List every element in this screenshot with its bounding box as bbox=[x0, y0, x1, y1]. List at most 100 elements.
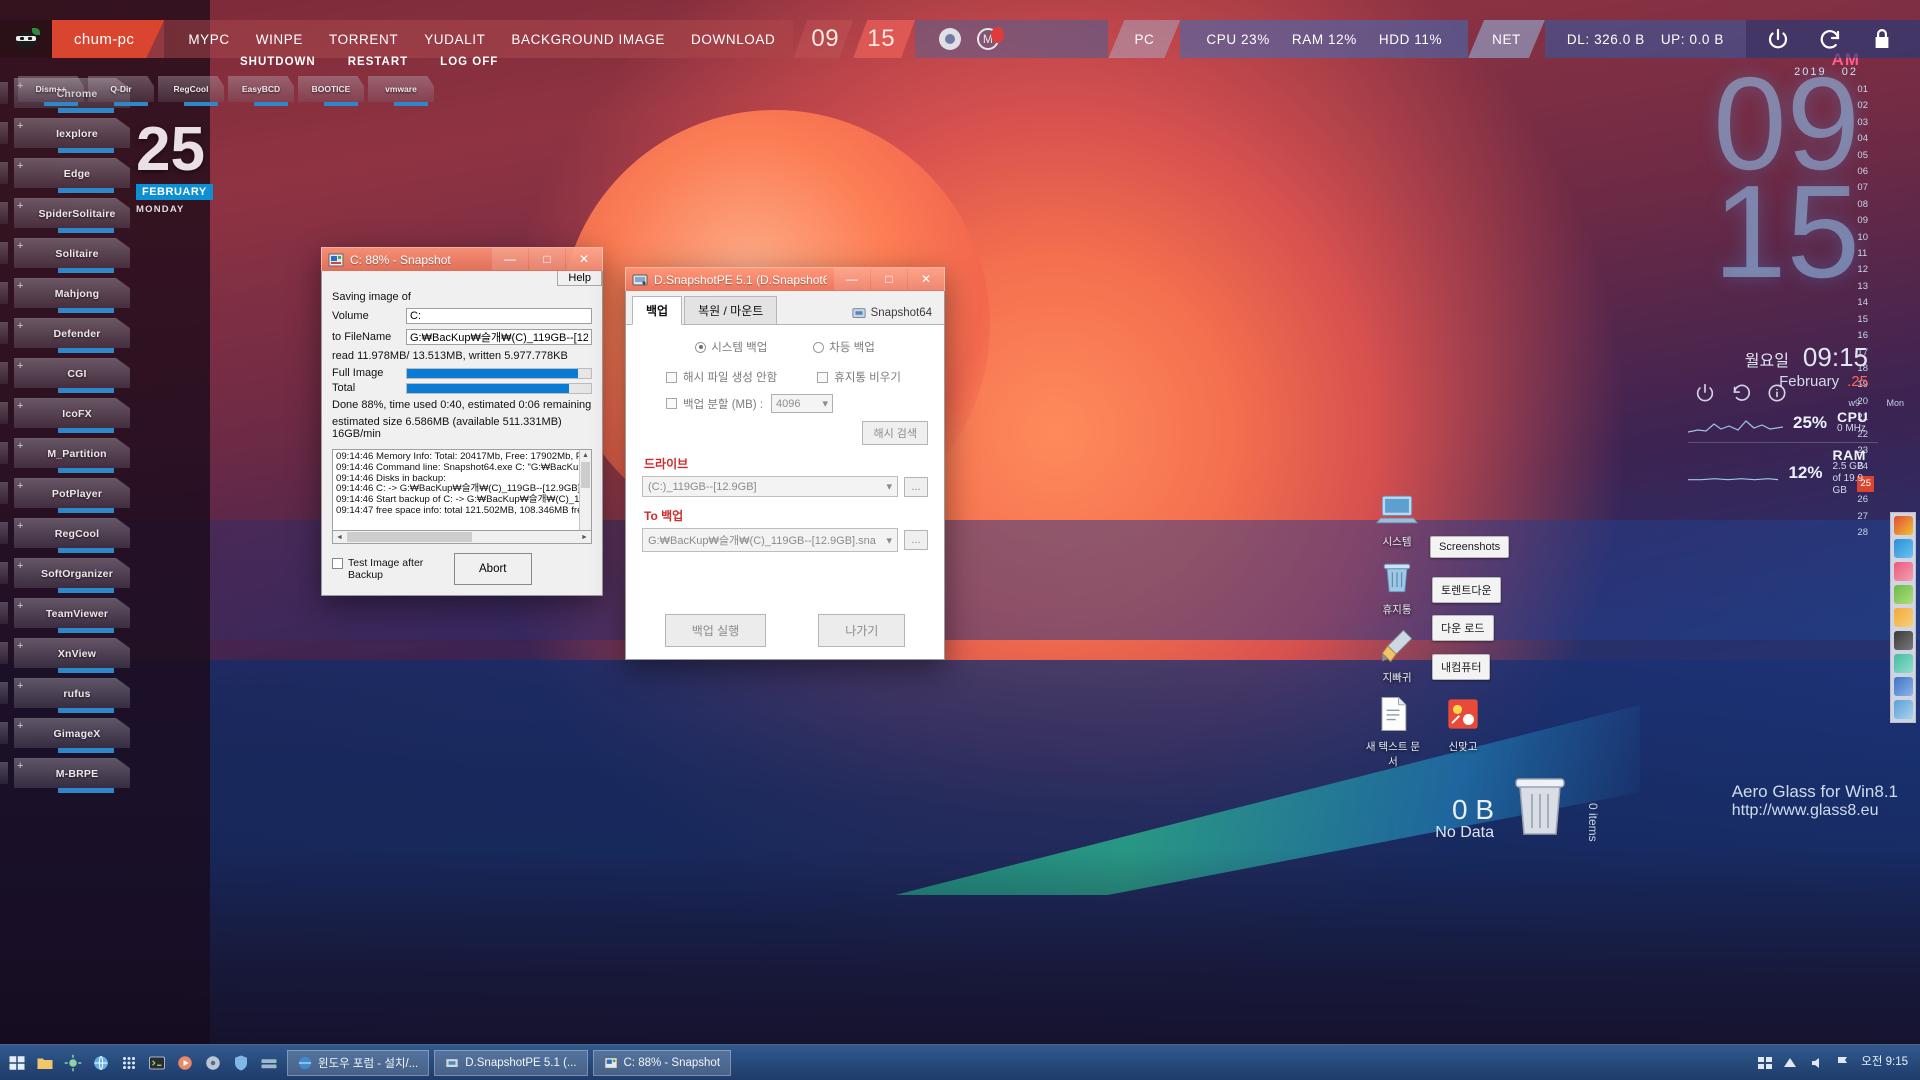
taskbar-task-browser[interactable]: 윈도우 포럼 - 설치/... bbox=[287, 1049, 430, 1076]
desktop-button-screenshots[interactable]: Screenshots bbox=[1430, 536, 1510, 558]
desktop-button-download[interactable]: 다운 로드 bbox=[1432, 615, 1494, 641]
run-backup-button[interactable]: 백업 실행 bbox=[664, 614, 767, 647]
app-strip-icon-5[interactable] bbox=[1893, 654, 1913, 673]
submenu-logoff[interactable]: LOG OFF bbox=[440, 56, 498, 68]
app-strip-icon-2[interactable] bbox=[1893, 585, 1913, 604]
ninja-icon[interactable] bbox=[0, 20, 52, 58]
topbar-pc-label[interactable]: PC bbox=[1108, 20, 1180, 58]
topbar-net-label[interactable]: NET bbox=[1468, 20, 1545, 58]
drive-combobox[interactable]: (C:)_119GB--[12.9GB] ▾ bbox=[642, 476, 898, 497]
desktop-button-torrent-download[interactable]: 토렌트다운 bbox=[1432, 577, 1501, 603]
launcher-item-mahjong[interactable]: + Mahjong bbox=[0, 276, 205, 316]
tool-shortcut[interactable]: Q-Dir bbox=[88, 76, 154, 106]
taskbar-task-snapshot[interactable]: C: 88% - Snapshot bbox=[592, 1049, 732, 1076]
power-icon[interactable] bbox=[1766, 27, 1790, 51]
taskbar-clock[interactable]: 오전 9:15 bbox=[1861, 1056, 1908, 1069]
app-strip-icon-3[interactable] bbox=[1893, 608, 1913, 627]
app-strip-icon-7[interactable] bbox=[1893, 700, 1913, 719]
launcher-item-gimagex[interactable]: + GimageX bbox=[0, 716, 205, 756]
launcher-item-teamviewer[interactable]: + TeamViewer bbox=[0, 596, 205, 636]
app-strip-icon-6[interactable] bbox=[1893, 677, 1913, 696]
browser-icon[interactable] bbox=[88, 1049, 114, 1077]
maxthon-icon[interactable]: M bbox=[977, 27, 1005, 50]
to-backup-combobox[interactable]: G:₩BacKup₩슬개₩(C)_119GB--[12.9GB].sna ▾ bbox=[642, 528, 898, 552]
menu-item-background-image[interactable]: BACKGROUND IMAGE bbox=[511, 32, 665, 47]
snapshot-abort-button[interactable]: Abort bbox=[454, 553, 532, 585]
grid-icon[interactable] bbox=[116, 1049, 142, 1077]
hash-search-button[interactable]: 해시 검색 bbox=[862, 421, 928, 445]
submenu-shutdown[interactable]: SHUTDOWN bbox=[240, 56, 316, 68]
snapshot-minimize-button[interactable]: — bbox=[492, 247, 528, 270]
snapshot-log-vertical-scrollbar[interactable]: ▲ bbox=[579, 450, 591, 530]
edge-strip-icon[interactable] bbox=[1893, 539, 1913, 558]
start-icon[interactable] bbox=[4, 1049, 30, 1077]
app-strip-icon-1[interactable] bbox=[1893, 562, 1913, 581]
menu-item-yudalit[interactable]: YUDALIT bbox=[424, 32, 485, 47]
snapshot-filename-input[interactable] bbox=[406, 329, 592, 345]
snapshot-close-button[interactable]: ✕ bbox=[566, 247, 602, 270]
launcher-item-m-partition[interactable]: + M_Partition bbox=[0, 436, 205, 476]
exit-button[interactable]: 나가기 bbox=[818, 614, 906, 647]
launcher-item-defender[interactable]: + Defender bbox=[0, 316, 205, 356]
snapshotpe-maximize-button[interactable]: □ bbox=[871, 267, 907, 290]
split-size-select[interactable]: 4096 ▾ bbox=[771, 394, 834, 413]
launcher-item-spidersolitaire[interactable]: + SpiderSolitaire bbox=[0, 196, 205, 236]
radio-differential-backup[interactable]: 차등 백업 bbox=[813, 339, 875, 355]
settings-icon[interactable] bbox=[60, 1049, 86, 1077]
taskbar-task-snapshotpe[interactable]: D.SnapshotPE 5.1 (... bbox=[434, 1049, 588, 1076]
desktop-icon-system[interactable]: 시스템 bbox=[1362, 487, 1432, 549]
power-gauge-icon[interactable] bbox=[1694, 382, 1716, 404]
tool-shortcut[interactable]: RegCool bbox=[158, 76, 224, 106]
launcher-item-solitaire[interactable]: + Solitaire bbox=[0, 236, 205, 276]
tab-restore-mount[interactable]: 복원 / 마운트 bbox=[684, 296, 778, 324]
launcher-item-regcool[interactable]: + RegCool bbox=[0, 516, 205, 556]
app-strip-icon-4[interactable] bbox=[1893, 631, 1913, 650]
tab-backup[interactable]: 백업 bbox=[632, 296, 683, 325]
launcher-item-m-brpe[interactable]: + M-BRPE bbox=[0, 756, 205, 796]
refresh-gauge-icon[interactable] bbox=[1730, 382, 1752, 404]
network-icon[interactable] bbox=[1783, 1055, 1799, 1071]
chrome-strip-icon[interactable] bbox=[1893, 516, 1913, 535]
snapshot-log-horizontal-scrollbar[interactable]: ◄ ► bbox=[332, 531, 592, 544]
media-icon[interactable] bbox=[172, 1049, 198, 1077]
info-gauge-icon[interactable] bbox=[1766, 382, 1788, 404]
snapshotpe-minimize-button[interactable]: — bbox=[834, 267, 870, 290]
desktop-icon-game[interactable]: 신맞고 bbox=[1428, 692, 1498, 754]
drive-browse-button[interactable]: ... bbox=[904, 476, 928, 497]
checkbox-no-hash-file[interactable]: 해시 파일 생성 안함 bbox=[666, 369, 777, 385]
launcher-item-cgi[interactable]: + CGI bbox=[0, 356, 205, 396]
submenu-restart[interactable]: RESTART bbox=[348, 56, 408, 68]
recycle-bin-large-icon[interactable] bbox=[1508, 766, 1572, 842]
launcher-item-xnview[interactable]: + XnView bbox=[0, 636, 205, 676]
show-desktop-icon[interactable] bbox=[1757, 1055, 1773, 1071]
snapshotpe-titlebar[interactable]: D.SnapshotPE 5.1 (D.Snapshot64:... — □ ✕ bbox=[625, 267, 945, 291]
radio-system-backup[interactable]: 시스템 백업 bbox=[695, 339, 767, 355]
tool-shortcut[interactable]: EasyBCD bbox=[228, 76, 294, 106]
disk-icon[interactable] bbox=[200, 1049, 226, 1077]
snapshot-log-area[interactable]: 09:14:46 Memory Info: Total: 20417Mb, Fr… bbox=[332, 449, 592, 531]
hostname-label[interactable]: chum-pc bbox=[52, 20, 164, 58]
tool-shortcut[interactable]: BOOTICE bbox=[298, 76, 364, 106]
desktop-icon-text-file[interactable]: 새 텍스트 문서 bbox=[1362, 692, 1424, 769]
folder-icon[interactable] bbox=[32, 1049, 58, 1077]
menu-item-winpe[interactable]: WINPE bbox=[256, 32, 303, 47]
tool-shortcut[interactable]: vmware bbox=[368, 76, 434, 106]
launcher-item-iexplore[interactable]: + Iexplore bbox=[0, 116, 205, 156]
to-backup-browse-button[interactable]: ... bbox=[904, 530, 928, 550]
desktop-icon-recycle-bin[interactable]: 휴지통 bbox=[1362, 555, 1432, 617]
chrome-icon[interactable] bbox=[939, 28, 962, 50]
desktop-icon-brush[interactable]: 지빠귀 bbox=[1362, 623, 1432, 685]
terminal-icon[interactable] bbox=[144, 1049, 170, 1077]
launcher-item-icofx[interactable]: + IcoFX bbox=[0, 396, 205, 436]
snapshot-volume-input[interactable] bbox=[406, 308, 592, 324]
snapshotpe-close-button[interactable]: ✕ bbox=[908, 267, 944, 290]
network-drive-icon[interactable] bbox=[256, 1049, 282, 1077]
menu-item-mypc[interactable]: MYPC bbox=[188, 32, 229, 47]
tool-shortcut[interactable]: Dism++ bbox=[18, 76, 84, 106]
flag-icon[interactable] bbox=[1835, 1055, 1851, 1071]
snapshot-maximize-button[interactable]: □ bbox=[529, 247, 565, 270]
shield-icon[interactable] bbox=[228, 1049, 254, 1077]
restart-icon[interactable] bbox=[1818, 27, 1842, 51]
snapshot-test-image-checkbox[interactable]: Test Image after Backup bbox=[332, 557, 440, 581]
volume-icon[interactable] bbox=[1809, 1055, 1825, 1071]
